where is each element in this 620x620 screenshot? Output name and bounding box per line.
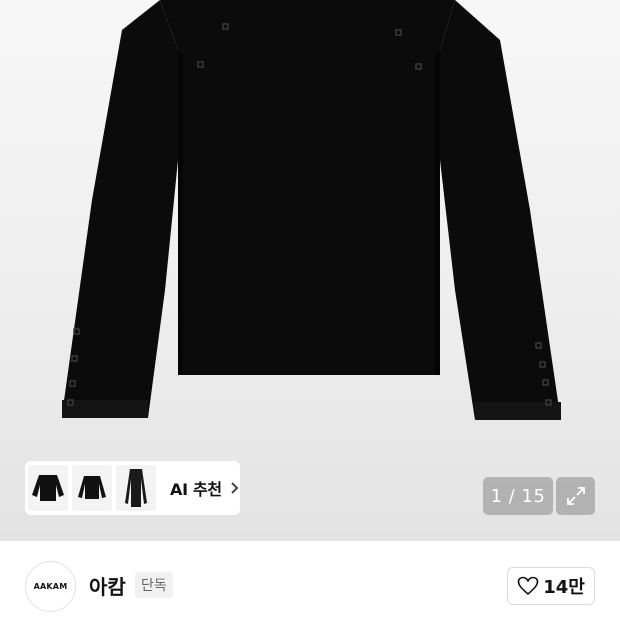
ai-recommend-strip[interactable]: AI 추천: [25, 461, 240, 515]
recommend-thumbnail[interactable]: [72, 465, 112, 511]
recommend-thumbnail[interactable]: [116, 465, 156, 511]
like-count: 14만: [543, 577, 585, 598]
chevron-right-icon: [231, 482, 239, 494]
sweater-thumbnail-image: [32, 475, 64, 501]
brand-name[interactable]: 아캄: [89, 571, 126, 600]
expand-icon: [566, 487, 585, 505]
brand-bar: AAKAM 아캄 단독 14만: [0, 541, 620, 620]
page-counter: 1 / 15: [483, 477, 553, 515]
brand-logo[interactable]: AAKAM: [25, 561, 76, 612]
like-button[interactable]: 14만: [507, 567, 595, 605]
exclusive-badge: 단독: [135, 572, 173, 598]
product-image[interactable]: [0, 0, 620, 541]
expand-button[interactable]: [556, 477, 595, 515]
product-gallery[interactable]: AI 추천 1 / 15: [0, 0, 620, 541]
heart-icon: [517, 576, 539, 596]
longsleeve-thumbnail-image: [125, 469, 147, 507]
recommend-thumbnail[interactable]: [28, 465, 68, 511]
ai-recommend-label[interactable]: AI 추천: [170, 476, 222, 500]
top-thumbnail-image: [78, 476, 106, 499]
